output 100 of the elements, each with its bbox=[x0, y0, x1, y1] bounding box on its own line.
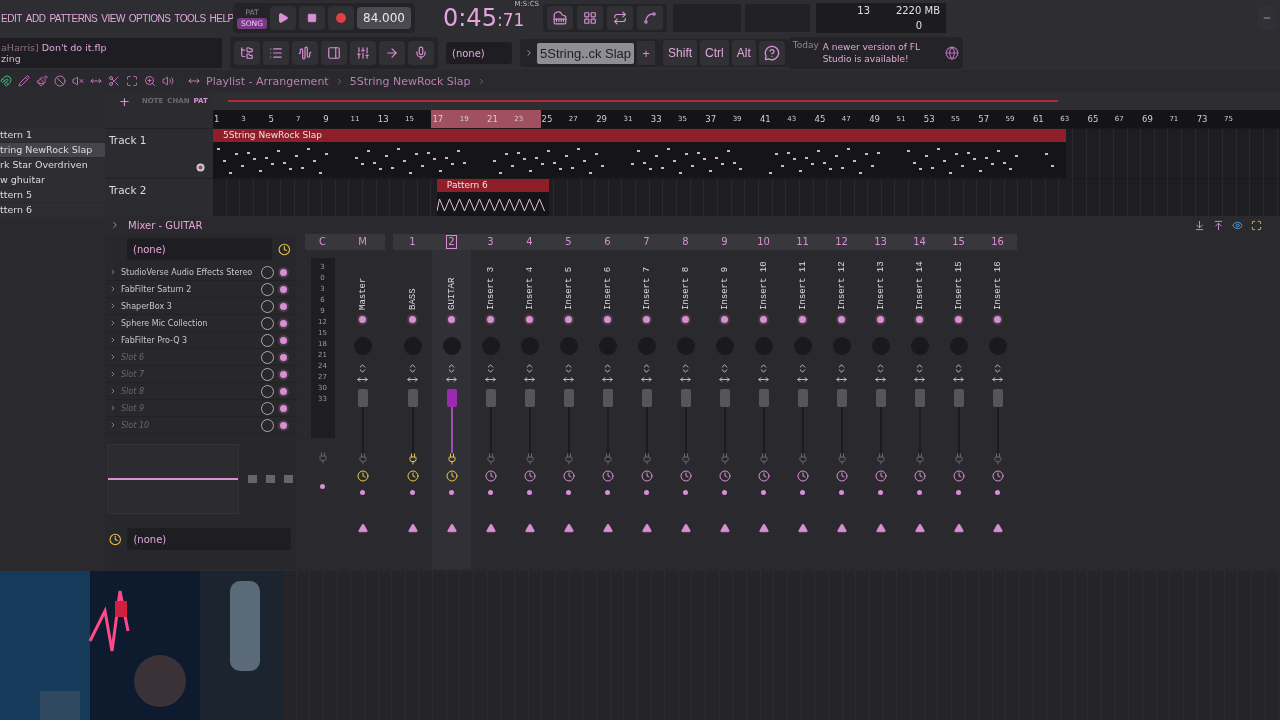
slot-toggle[interactable] bbox=[278, 351, 289, 363]
pattern-item[interactable]: ttern 1 bbox=[0, 128, 105, 142]
pencil-icon[interactable] bbox=[18, 75, 30, 87]
slot-toggle[interactable] bbox=[278, 385, 289, 397]
send-dot[interactable] bbox=[320, 484, 325, 489]
slot-toggle[interactable] bbox=[278, 283, 289, 295]
strip-name: Insert 7 bbox=[641, 265, 652, 310]
send-dot[interactable] bbox=[410, 490, 415, 495]
help-button[interactable] bbox=[758, 41, 785, 65]
clock-icon bbox=[278, 242, 291, 256]
bar-number: 53 bbox=[922, 112, 936, 126]
pattern-item[interactable]: tring NewRock Slap bbox=[0, 143, 105, 157]
send-dot[interactable] bbox=[644, 490, 649, 495]
send-dot[interactable] bbox=[449, 490, 454, 495]
send-dot[interactable] bbox=[566, 490, 571, 495]
record-arm-icon[interactable] bbox=[196, 163, 205, 172]
send-dot[interactable] bbox=[605, 490, 610, 495]
pattern-selector[interactable]: 5String..ck Slap bbox=[537, 42, 635, 64]
send-dot[interactable] bbox=[722, 490, 727, 495]
playlist-button[interactable] bbox=[321, 41, 347, 65]
strip-number[interactable]: 2 bbox=[446, 235, 457, 249]
arrow-button[interactable] bbox=[379, 41, 405, 65]
effect-slot[interactable]: ShaperBox 3 bbox=[121, 301, 257, 311]
modifier-key-button[interactable]: Shift bbox=[663, 40, 698, 66]
send-dot[interactable] bbox=[800, 490, 805, 495]
track-name[interactable]: Track 2 bbox=[109, 184, 147, 196]
modifier-key-button[interactable]: Ctrl bbox=[700, 40, 729, 66]
send-dot[interactable] bbox=[488, 490, 493, 495]
playback-icon[interactable] bbox=[162, 75, 174, 87]
bar-number: 37 bbox=[704, 112, 718, 126]
send-dot[interactable] bbox=[761, 490, 766, 495]
menu-item[interactable]: TOOLS bbox=[174, 12, 206, 24]
modifier-key-button[interactable]: Alt bbox=[731, 40, 756, 66]
view-icon bbox=[1232, 219, 1243, 231]
track-name[interactable]: Track 1 bbox=[109, 134, 147, 146]
piano-roll-button[interactable] bbox=[292, 41, 318, 65]
delete-icon[interactable] bbox=[54, 75, 66, 87]
input-selector[interactable]: (none) bbox=[127, 238, 273, 260]
send-dot[interactable] bbox=[995, 490, 1000, 495]
effect-slot[interactable]: FabFilter Pro-Q 3 bbox=[121, 335, 257, 345]
output-selector[interactable]: (none) bbox=[127, 528, 291, 550]
slot-toggle[interactable] bbox=[278, 266, 289, 278]
send-dot[interactable] bbox=[683, 490, 688, 495]
slot-toggle[interactable] bbox=[278, 300, 289, 312]
add-pattern-button[interactable]: + bbox=[637, 41, 656, 65]
menu-item[interactable]: VIEW bbox=[101, 12, 125, 24]
keyboard-icon bbox=[553, 11, 567, 25]
microphone-button[interactable] bbox=[408, 41, 434, 65]
zoom-icon[interactable] bbox=[144, 75, 156, 87]
tempo-display[interactable]: 84.000 bbox=[357, 7, 411, 29]
effect-slot[interactable]: FabFilter Saturn 2 bbox=[121, 284, 257, 294]
send-dot[interactable] bbox=[839, 490, 844, 495]
menu-item[interactable]: OPTIONS bbox=[128, 12, 171, 24]
menu-item[interactable]: HELP bbox=[209, 12, 234, 24]
curve-button[interactable] bbox=[637, 6, 663, 30]
pattern-item[interactable]: ttern 6 bbox=[0, 203, 105, 217]
mute-icon[interactable] bbox=[72, 75, 84, 87]
loop-button[interactable] bbox=[607, 6, 633, 30]
send-dot[interactable] bbox=[878, 490, 883, 495]
clock-icon bbox=[109, 532, 122, 546]
slot-toggle[interactable] bbox=[278, 317, 289, 329]
strip-name: Insert 8 bbox=[680, 265, 691, 310]
record-button[interactable] bbox=[328, 6, 354, 30]
pattern-clip[interactable]: 5String NewRock Slap bbox=[213, 128, 1067, 178]
select-icon[interactable] bbox=[126, 75, 138, 87]
pattern-item[interactable]: ttern 5 bbox=[0, 188, 105, 202]
play-button[interactable] bbox=[270, 6, 296, 30]
menu-item[interactable]: EDIT bbox=[1, 12, 22, 24]
window-title: Playlist - Arrangement bbox=[206, 74, 329, 88]
keyboard-button[interactable] bbox=[547, 6, 573, 30]
magnet-icon[interactable] bbox=[0, 75, 12, 87]
slot-toggle[interactable] bbox=[278, 334, 289, 346]
pattern-clip[interactable]: Pattern 6 bbox=[436, 178, 549, 216]
grid-button[interactable] bbox=[577, 6, 603, 30]
send-dot[interactable] bbox=[917, 490, 922, 495]
add-button[interactable]: + bbox=[119, 93, 130, 109]
channel-selector[interactable]: (none) bbox=[446, 42, 512, 64]
pan-icon bbox=[446, 374, 457, 385]
slot-toggle[interactable] bbox=[278, 402, 289, 414]
strip-name: Insert 9 bbox=[719, 265, 730, 310]
effect-slot[interactable]: Sphere Mic Collection bbox=[121, 318, 257, 328]
pan-indicator bbox=[836, 314, 847, 325]
mixer-button[interactable] bbox=[350, 41, 376, 65]
slot-toggle[interactable] bbox=[278, 368, 289, 380]
route-arrow-icon bbox=[407, 523, 418, 533]
browser-button[interactable] bbox=[234, 41, 260, 65]
send-dot[interactable] bbox=[527, 490, 532, 495]
strip-name: Insert 3 bbox=[485, 265, 496, 310]
channel-rack-button[interactable] bbox=[263, 41, 289, 65]
menu-item[interactable]: ADD bbox=[25, 12, 46, 24]
slot-toggle[interactable] bbox=[278, 419, 289, 431]
pattern-item[interactable]: w ghuitar bbox=[0, 173, 105, 187]
effect-slot[interactable]: StudioVerse Audio Effects Stereo bbox=[121, 267, 257, 277]
send-dot[interactable] bbox=[360, 490, 365, 495]
menu-item[interactable]: PATTERNS bbox=[49, 12, 98, 24]
pattern-item[interactable]: rk Star Overdriven bbox=[0, 158, 105, 172]
send-dot[interactable] bbox=[956, 490, 961, 495]
slice-icon[interactable] bbox=[108, 75, 120, 87]
stop-button[interactable] bbox=[299, 6, 325, 30]
brush-icon[interactable] bbox=[36, 75, 48, 87]
